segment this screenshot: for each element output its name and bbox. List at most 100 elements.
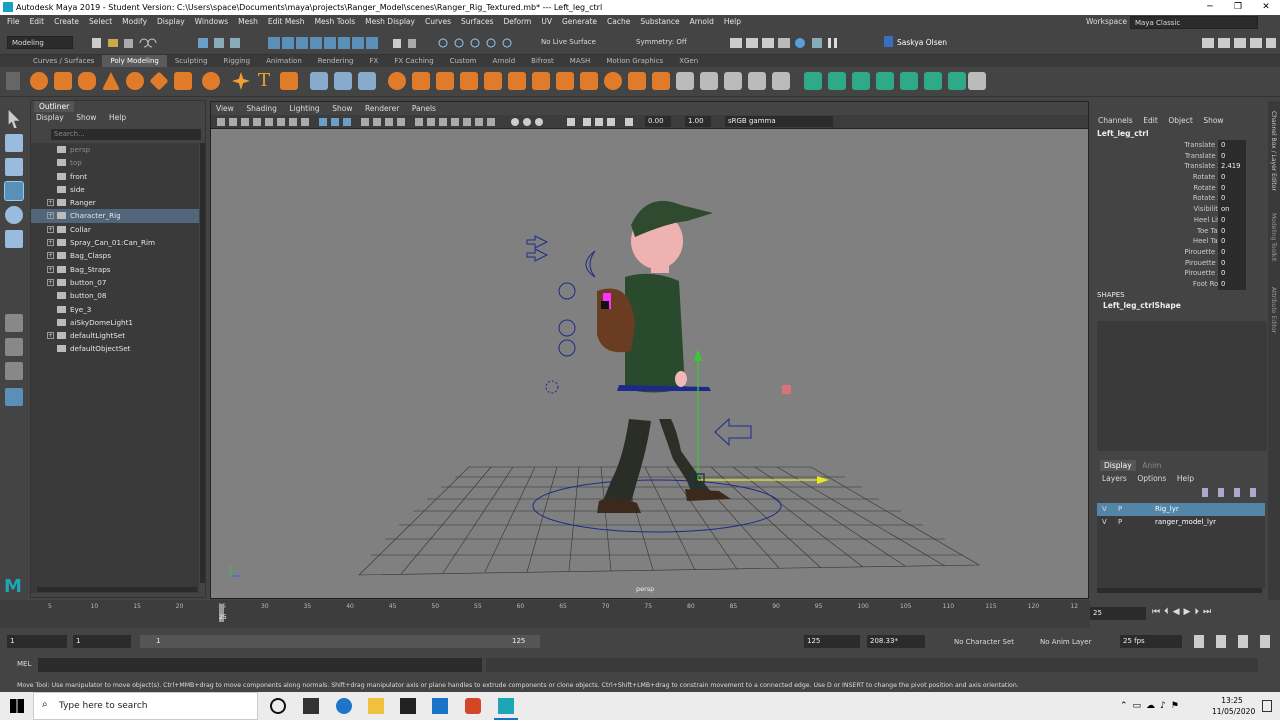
outliner-item[interactable]: + Character_Rig (31, 209, 199, 223)
layer-menu-options[interactable]: Options (1133, 474, 1170, 483)
combine-icon[interactable] (310, 72, 328, 90)
live-surface-field[interactable]: No Live Surface (541, 38, 596, 46)
workspace-dropdown[interactable]: Maya Classic (1130, 16, 1258, 29)
shelf-tab-rigging[interactable]: Rigging (216, 55, 259, 67)
poly-cylinder-icon[interactable] (78, 72, 96, 90)
shelf-tab-poly-modeling[interactable]: Poly Modeling (102, 55, 167, 67)
minimize-button[interactable]: ─ (1196, 0, 1224, 15)
uv-spherical-icon[interactable] (852, 72, 870, 90)
outliner-scrollbar[interactable] (200, 143, 205, 583)
layer-visibility-toggle[interactable]: V (1102, 503, 1107, 516)
locator-marker[interactable] (782, 385, 791, 394)
exposure-field[interactable]: 0.00 (645, 116, 671, 127)
outliner-item[interactable]: side (31, 183, 199, 196)
uv-cylindrical-icon[interactable] (828, 72, 846, 90)
outliner-item[interactable]: + Bag_Clasps (31, 249, 199, 262)
split-icon[interactable] (556, 72, 574, 90)
mel-label[interactable]: MEL (17, 660, 31, 668)
paint-select-icon[interactable] (5, 158, 23, 176)
multi-cut-icon[interactable] (724, 72, 742, 90)
mail-icon[interactable] (432, 698, 448, 714)
menu-windows[interactable]: Windows (190, 15, 233, 29)
bevel-icon[interactable] (484, 72, 502, 90)
menu-mesh[interactable]: Mesh (233, 15, 263, 29)
scene-canvas[interactable] (211, 129, 1088, 598)
channel-row[interactable]: Translate Y0 (1092, 150, 1267, 162)
menu-help[interactable]: Help (719, 15, 746, 29)
shelf-tab-custom[interactable]: Custom (442, 55, 485, 67)
select-tool-icon[interactable] (8, 110, 20, 128)
uv-planar-icon[interactable] (804, 72, 822, 90)
channel-value-field[interactable]: 0 (1218, 236, 1246, 247)
shelf-tab-bifrost[interactable]: Bifrost (523, 55, 562, 67)
menu-edit-mesh[interactable]: Edit Mesh (263, 15, 310, 29)
shelf-tab-fx-caching[interactable]: FX Caching (386, 55, 441, 67)
channel-row[interactable]: Heel Lift 0 (1092, 214, 1267, 226)
outliner-search-input[interactable]: Search... (51, 129, 201, 140)
menu-arnold[interactable]: Arnold (685, 15, 719, 29)
expand-icon[interactable]: + (47, 332, 54, 340)
shelf-tab-sculpting[interactable]: Sculpting (167, 55, 216, 67)
insert-loop-icon[interactable] (748, 72, 766, 90)
menu-surfaces[interactable]: Surfaces (456, 15, 498, 29)
anim-layer-dropdown[interactable]: No Anim Layer (1040, 638, 1091, 646)
color-space-dropdown[interactable]: sRGB gamma (725, 116, 833, 127)
menu-uv[interactable]: UV (536, 15, 557, 29)
viewport-menu-show[interactable]: Show (327, 104, 357, 113)
outliner-menu-display[interactable]: Display (31, 113, 69, 122)
mel-input[interactable] (38, 658, 482, 672)
expand-icon[interactable]: + (47, 278, 54, 286)
start-time-field[interactable]: 1 (7, 635, 67, 648)
outliner-tab[interactable]: Outliner (34, 101, 75, 112)
shelf-tab-xgen[interactable]: XGen (671, 55, 706, 67)
viewport-toolbar-icons[interactable] (215, 117, 645, 127)
shelf-tab-curves-surfaces[interactable]: Curves / Surfaces (25, 55, 102, 67)
symmetry-dropdown[interactable]: Symmetry: Off (636, 38, 687, 46)
extrude-icon[interactable] (436, 72, 454, 90)
character-model[interactable] (597, 200, 731, 513)
side-tab-modeling-toolkit[interactable]: Modeling Toolkit (1270, 213, 1277, 261)
range-slider[interactable]: 1 125 (140, 635, 540, 648)
playback-controls[interactable]: ⏮⏴◀▶⏵⏭ (1152, 607, 1276, 620)
playback-end-field[interactable]: 125 (804, 635, 860, 648)
layer-menu-help[interactable]: Help (1173, 474, 1198, 483)
viewport-menu-shading[interactable]: Shading (241, 104, 281, 113)
fill-hole-icon[interactable] (508, 72, 526, 90)
uv-layout-icon[interactable] (924, 72, 942, 90)
channel-row[interactable]: Rotate X0 (1092, 172, 1267, 183)
lasso-tool-icon[interactable] (5, 134, 23, 152)
poly-plane-icon[interactable] (149, 71, 169, 91)
channel-row[interactable]: Toe Tap 0 (1092, 225, 1267, 237)
menu-substance[interactable]: Substance (635, 15, 684, 29)
separate-icon[interactable] (334, 72, 352, 90)
outliner-item[interactable]: button_08 (31, 289, 199, 302)
uv-cut-icon[interactable] (948, 72, 966, 90)
maya-taskbar-icon[interactable] (498, 698, 514, 714)
poke-icon[interactable] (628, 72, 646, 90)
layer-playback-toggle[interactable]: P (1118, 516, 1122, 529)
layer-tab-anim[interactable]: Anim (1138, 460, 1165, 471)
outliner-item[interactable]: + Collar (31, 223, 199, 236)
viewport-menu-panels[interactable]: Panels (407, 104, 441, 113)
shelf-gear-icon[interactable] (6, 72, 20, 90)
bridge-icon[interactable] (460, 72, 478, 90)
channel-row[interactable]: Foot Roll 0 (1092, 278, 1267, 290)
snap-tools-icons[interactable] (268, 35, 528, 51)
maximize-button[interactable]: ❐ (1224, 0, 1252, 15)
boolean-icon[interactable] (388, 72, 406, 90)
shelf-tab-rendering[interactable]: Rendering (310, 55, 362, 67)
poly-cube-icon[interactable] (54, 72, 72, 90)
file-tools-icons[interactable] (86, 35, 266, 51)
cb-menu-object[interactable]: Object (1164, 116, 1196, 125)
character-set-dropdown[interactable]: No Character Set (954, 638, 1014, 646)
menu-select[interactable]: Select (84, 15, 117, 29)
viewport-menu-renderer[interactable]: Renderer (360, 104, 404, 113)
outliner-item[interactable]: front (31, 170, 199, 183)
layer-menu-layers[interactable]: Layers (1098, 474, 1131, 483)
outliner-hscrollbar[interactable] (37, 587, 197, 592)
mirror-icon[interactable] (412, 72, 430, 90)
outliner-item[interactable]: top (31, 156, 199, 169)
user-name[interactable]: Saskya Olsen (897, 38, 947, 47)
side-tab-channel-box[interactable]: Channel Box / Layer Editor (1270, 111, 1277, 191)
current-frame-field[interactable]: 25 (1090, 607, 1146, 620)
